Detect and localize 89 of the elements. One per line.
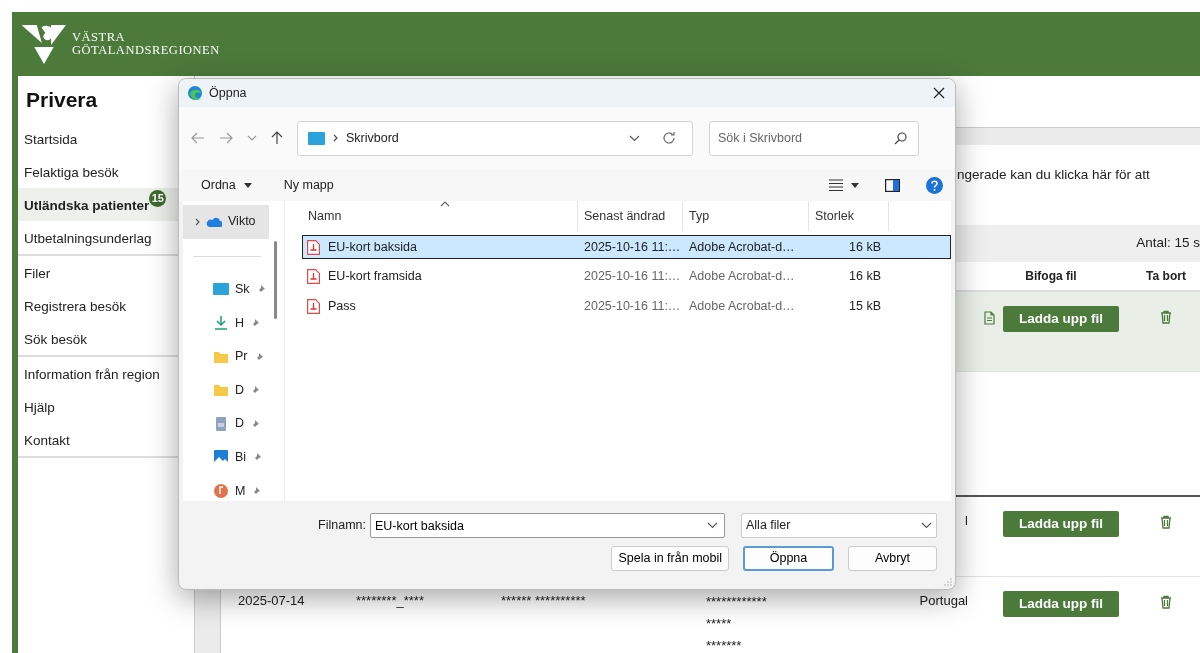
table-cell-line: ************	[706, 593, 768, 611]
app-title: Privera	[25, 87, 99, 113]
column-header[interactable]: Typ	[683, 201, 809, 231]
download-icon	[213, 315, 229, 331]
dialog-button[interactable]: Avbryt	[848, 546, 937, 571]
table-cell: l	[965, 513, 968, 528]
nav-pane-item[interactable]: Vikto	[183, 205, 269, 239]
nav-pane-item[interactable]: Bi	[183, 440, 270, 475]
dialog-button[interactable]: Spela in från mobil	[611, 546, 729, 571]
close-icon[interactable]	[933, 87, 945, 99]
upload-button[interactable]: Ladda upp fil	[1003, 511, 1119, 538]
column-header: Bifoga fil	[1025, 268, 1077, 285]
trash-icon[interactable]	[1159, 515, 1173, 529]
refresh-icon[interactable]	[662, 131, 676, 145]
logo-text: VÄSTRA GÖTALANDSREGIONEN	[72, 31, 220, 57]
chevron-down-icon	[707, 522, 718, 529]
pdf-file-icon	[307, 269, 320, 284]
pdf-file-icon	[307, 298, 320, 314]
address-bar[interactable]: Skrivbord	[297, 120, 693, 156]
pdf-file-icon	[307, 239, 320, 255]
file-row[interactable]: Pass 2025-10-16 11:… Adobe Acrobat-d… 15 kB	[302, 294, 951, 318]
column-header[interactable]: Storlek	[809, 201, 889, 231]
file-type: Adobe Acrobat-d…	[689, 298, 795, 313]
picture-icon	[213, 449, 229, 466]
table-cell: ****** **********	[501, 593, 586, 608]
file-modified: 2025-10-16 11:…	[584, 298, 681, 313]
up-arrow-icon[interactable]	[271, 131, 283, 145]
file-type-dropdown[interactable]: Alla filer	[741, 513, 937, 538]
file-size: 15 kB	[849, 298, 881, 313]
chevron-right-icon[interactable]	[195, 217, 200, 226]
trash-icon[interactable]	[1159, 310, 1173, 324]
sort-ascending-icon	[439, 201, 450, 207]
column-header: Ta bort	[1146, 268, 1186, 285]
table-cell: ********_****	[356, 593, 424, 608]
back-arrow-icon[interactable]	[191, 132, 205, 144]
caret-icon[interactable]	[851, 182, 859, 188]
count-text: Antal: 15 s	[1136, 234, 1200, 253]
desktop-icon	[213, 281, 229, 298]
scrollbar-thumb[interactable]	[274, 241, 277, 319]
filename-field[interactable]: EU-kort baksida	[370, 513, 725, 538]
organize-menu[interactable]: Ordna	[201, 175, 252, 195]
document-icon	[213, 415, 229, 432]
list-view-icon[interactable]	[829, 179, 843, 191]
dialog-button[interactable]: Öppna	[743, 546, 834, 571]
forward-arrow-icon[interactable]	[219, 132, 233, 144]
count-badge: 15	[149, 189, 167, 207]
desktop-icon	[308, 131, 325, 145]
file-size: 16 kB	[849, 269, 881, 284]
table-cell-line: *******	[706, 637, 743, 653]
search-field[interactable]: Sök i Skrivbord	[709, 120, 919, 156]
upload-button[interactable]: Ladda upp fil	[1003, 591, 1119, 618]
file-type: Adobe Acrobat-d…	[689, 269, 795, 284]
dialog-title: Öppna	[209, 84, 248, 102]
logo-icon	[22, 24, 66, 64]
table-cell: 2025-07-14	[238, 593, 305, 608]
file-row[interactable]: EU-kort framsida 2025-10-16 11:… Adobe Acrobat-d… 16 kB	[302, 264, 951, 289]
file-name: EU-kort framsida	[328, 268, 422, 286]
upload-button[interactable]: Ladda upp fil	[1003, 306, 1119, 333]
help-icon[interactable]	[926, 176, 943, 194]
file-type: Adobe Acrobat-d…	[689, 239, 795, 254]
table-cell-line: *****	[706, 615, 733, 633]
caret-icon	[243, 182, 252, 188]
file-name: Pass	[328, 297, 356, 315]
file-size: 16 kB	[849, 239, 881, 254]
preview-pane-icon[interactable]	[885, 178, 900, 192]
browser-icon	[187, 85, 203, 101]
column-header[interactable]: Namn	[302, 201, 578, 231]
nav-pane-item[interactable]: D	[183, 406, 270, 441]
breadcrumb-chevron-icon	[333, 134, 338, 142]
search-icon	[894, 131, 907, 145]
resize-grip-icon	[944, 578, 952, 586]
table-cell: Portugal	[919, 593, 968, 608]
nav-pane-item[interactable]: Sk	[183, 272, 270, 307]
nav-pane-item[interactable]: M	[183, 474, 270, 508]
file-name: EU-kort baksida	[328, 238, 417, 256]
chevron-down-icon[interactable]	[629, 134, 640, 142]
file-row[interactable]: EU-kort baksida 2025-10-16 11:… Adobe Acrobat-d… 16 kB	[302, 235, 951, 259]
chevron-down-icon	[921, 522, 932, 529]
nav-pane-item[interactable]: D	[183, 373, 270, 407]
trash-icon[interactable]	[1159, 595, 1173, 609]
nav-pane-item[interactable]: Pr	[183, 339, 270, 374]
info-text: ngerade kan du klicka här för att	[957, 167, 1150, 182]
field-label: Filnamn:	[318, 517, 366, 535]
nav-pane-item[interactable]: H	[183, 306, 270, 340]
file-modified: 2025-10-16 11:…	[584, 269, 681, 284]
folder-icon	[213, 382, 229, 399]
file-modified: 2025-10-16 11:…	[584, 239, 681, 254]
new-folder-button[interactable]: Ny mapp	[283, 175, 334, 195]
column-header[interactable]: Senast ändrad	[578, 201, 683, 231]
